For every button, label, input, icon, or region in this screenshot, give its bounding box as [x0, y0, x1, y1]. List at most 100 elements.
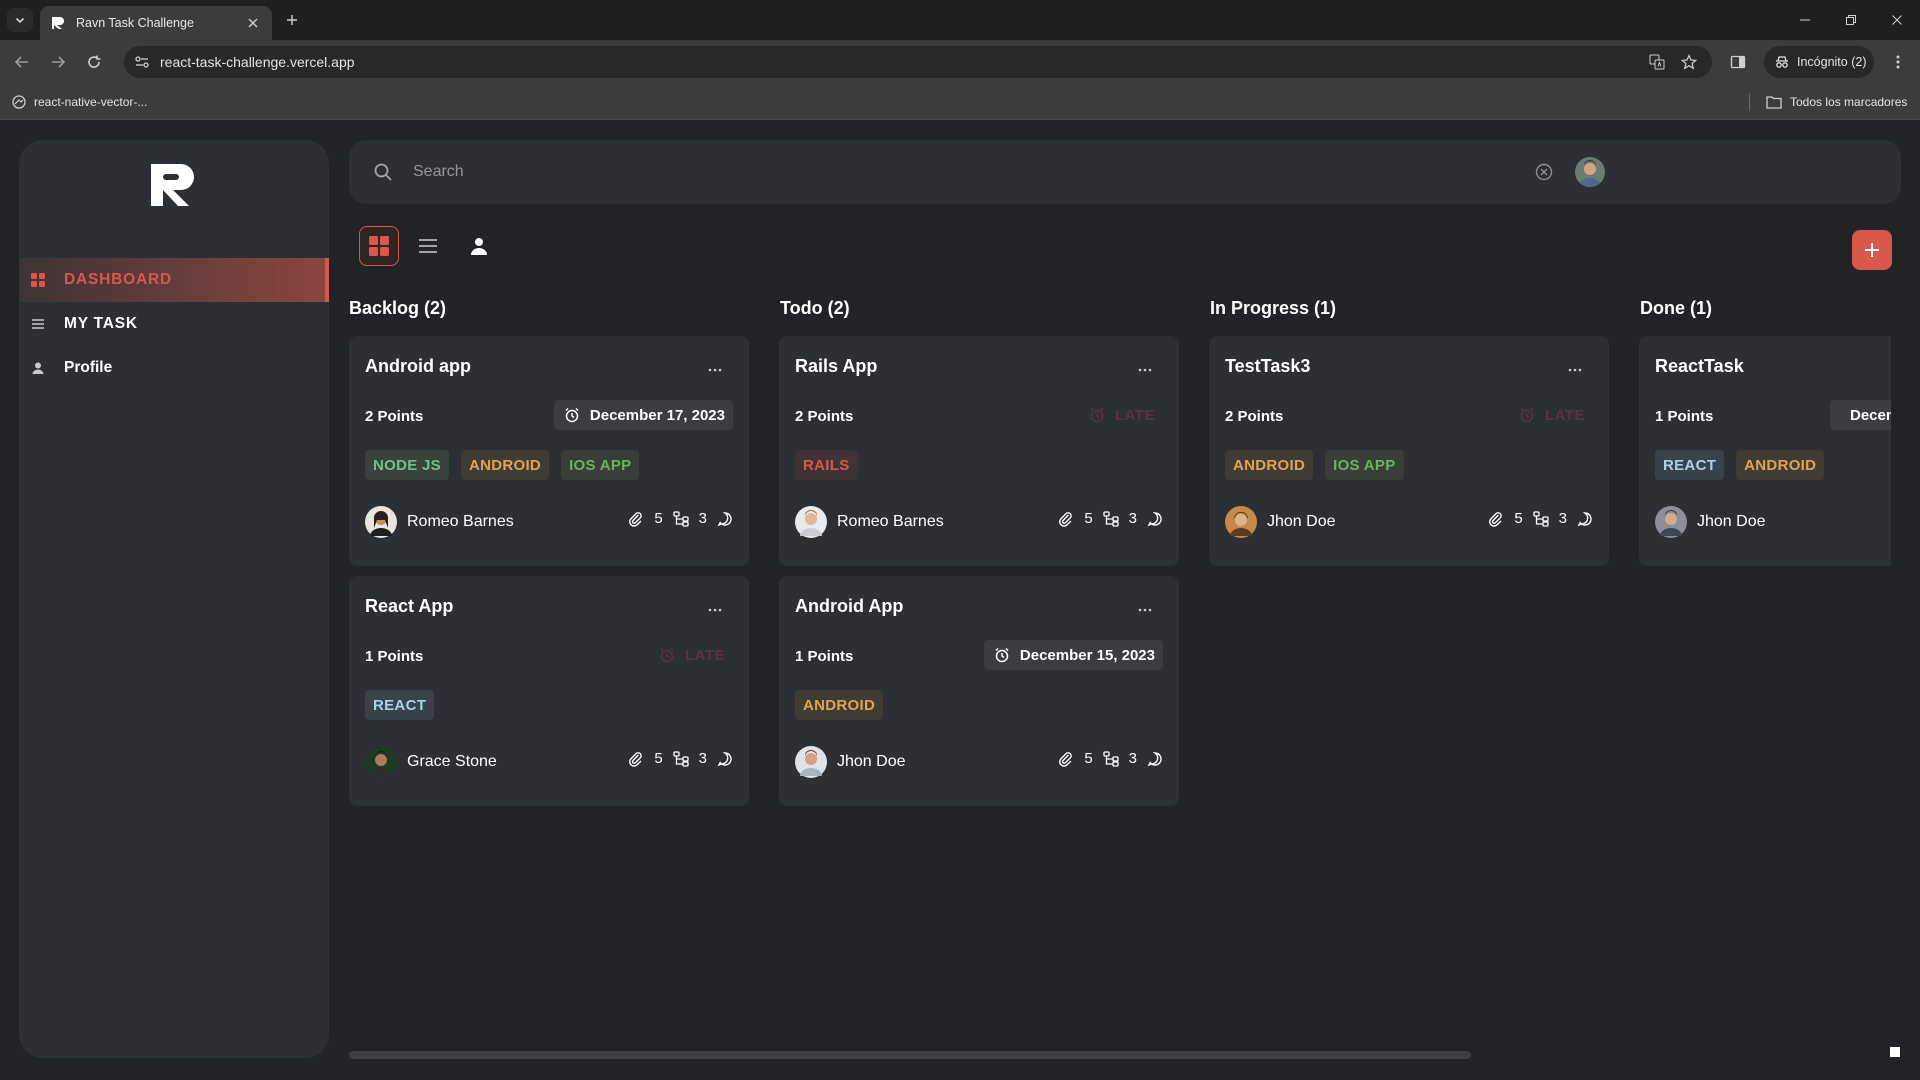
- new-tab-button[interactable]: [282, 10, 302, 30]
- tab-close-button[interactable]: [244, 14, 262, 32]
- assignee: Jhon Doe: [1655, 506, 1766, 538]
- assignee-avatar: [365, 506, 397, 538]
- sidebar-item-dashboard[interactable]: DASHBOARD: [19, 258, 329, 302]
- incognito-icon: [1776, 56, 1788, 68]
- tag-node-js: NODE JS: [365, 450, 449, 480]
- paperclip-icon: [1489, 511, 1503, 527]
- tab-search-button[interactable]: [7, 8, 33, 32]
- folder-icon: [1766, 96, 1782, 109]
- subtask-tree-icon: [1103, 750, 1119, 767]
- translate-button[interactable]: [1648, 53, 1666, 71]
- task-title: React App: [365, 596, 454, 616]
- browser-tab[interactable]: Ravn Task Challenge: [40, 6, 272, 40]
- bookmark-label: react-native-vector-...: [34, 95, 148, 109]
- reload-button[interactable]: [84, 52, 104, 72]
- task-points: 2 Points: [1225, 408, 1284, 425]
- task-options-button[interactable]: [705, 360, 725, 380]
- close-icon: [1892, 15, 1902, 25]
- attachment-count: 5: [1084, 750, 1093, 767]
- subtask-tree-icon: [1103, 510, 1119, 527]
- task-title: Android App: [795, 596, 904, 616]
- subtask-count: 3: [1128, 510, 1137, 527]
- grid-icon: [30, 272, 46, 288]
- assignee-name: Romeo Barnes: [407, 513, 514, 530]
- task-card[interactable]: TestTask3 2 Points LATE ANDROID IOS APP …: [1209, 336, 1609, 566]
- task-options-button[interactable]: [1135, 600, 1155, 620]
- sidebar-item-my-task[interactable]: MY TASK: [19, 302, 329, 346]
- assignee: Jhon Doe: [795, 746, 906, 778]
- globe-icon: [12, 95, 26, 109]
- list-icon: [30, 316, 46, 332]
- side-panel-button[interactable]: [1728, 52, 1748, 72]
- address-bar[interactable]: react-task-challenge.vercel.app: [124, 46, 1712, 78]
- sidebar-item-label: DASHBOARD: [64, 271, 172, 288]
- comment-icon: [1577, 511, 1592, 526]
- app-root: DASHBOARD MY TASK Profile Search Backlog…: [0, 120, 1920, 1080]
- profile-view-button[interactable]: [459, 226, 499, 266]
- due-late-badge: LATE: [1509, 400, 1593, 430]
- assignee-avatar: [795, 506, 827, 538]
- tag-list: REACT: [365, 690, 446, 720]
- top-search-bar: [349, 140, 1901, 204]
- alarm-clock-icon: [565, 407, 579, 423]
- close-window-button[interactable]: [1889, 12, 1905, 28]
- tab-title: Ravn Task Challenge: [76, 16, 194, 30]
- task-points: 2 Points: [795, 408, 854, 425]
- due-late-text: LATE: [1114, 406, 1155, 424]
- task-meta: 5 3: [1058, 750, 1163, 767]
- chevron-down-icon: [15, 17, 25, 24]
- reload-icon: [88, 55, 101, 68]
- task-meta: 5 3: [628, 510, 733, 527]
- task-points: 1 Points: [1655, 408, 1714, 425]
- task-title: ReactTask: [1655, 356, 1744, 376]
- forward-button[interactable]: [48, 52, 68, 72]
- grid-view-button[interactable]: [359, 226, 399, 266]
- board-horizontal-scrollbar[interactable]: [349, 1051, 1471, 1059]
- due-late-badge: LATE: [649, 640, 733, 670]
- grid-icon: [369, 236, 389, 256]
- assignee-avatar: [1225, 506, 1257, 538]
- task-meta: 5 3: [1058, 510, 1163, 527]
- due-date-text: December 15, 2023: [1019, 646, 1155, 664]
- attachment-count: 5: [654, 750, 663, 767]
- back-button[interactable]: [12, 52, 32, 72]
- add-task-button[interactable]: [1852, 230, 1892, 270]
- subtask-count: 3: [698, 510, 707, 527]
- minimize-button[interactable]: [1797, 12, 1813, 28]
- browser-tabstrip: Ravn Task Challenge: [0, 0, 1920, 40]
- subtask-tree-icon: [673, 510, 689, 527]
- task-card[interactable]: ReactTask 1 Points December REACT ANDROI…: [1639, 336, 1891, 566]
- browser-menu-button[interactable]: [1888, 52, 1908, 72]
- assignee: Romeo Barnes: [365, 506, 514, 538]
- task-card[interactable]: Android App 1 Points December 15, 2023 A…: [779, 576, 1179, 806]
- bookmark-item[interactable]: react-native-vector-...: [12, 93, 147, 111]
- sidebar-item-profile[interactable]: Profile: [19, 346, 329, 390]
- assignee: Jhon Doe: [1225, 506, 1336, 538]
- bookmark-star-button[interactable]: [1680, 53, 1698, 71]
- task-options-button[interactable]: [705, 600, 725, 620]
- tag-android: ANDROID: [1736, 450, 1825, 480]
- assignee-avatar: [365, 746, 397, 778]
- tag-react: REACT: [1655, 450, 1725, 480]
- task-points: 2 Points: [365, 408, 424, 425]
- star-icon: [1681, 54, 1697, 70]
- paperclip-icon: [629, 751, 643, 767]
- search-input[interactable]: [413, 156, 1713, 188]
- task-card[interactable]: Rails App 2 Points LATE RAILS Romeo Barn…: [779, 336, 1179, 566]
- task-options-button[interactable]: [1135, 360, 1155, 380]
- restore-button[interactable]: [1843, 12, 1859, 28]
- list-view-button[interactable]: [408, 226, 448, 266]
- tag-list: RAILS: [795, 450, 870, 480]
- incognito-indicator[interactable]: Incógnito (2): [1764, 46, 1874, 78]
- task-title: TestTask3: [1225, 356, 1311, 376]
- user-avatar[interactable]: [1575, 157, 1605, 187]
- task-card[interactable]: React App 1 Points LATE REACT Grace Ston…: [349, 576, 749, 806]
- more-horizontal-icon: [1568, 368, 1582, 372]
- task-card[interactable]: Android app 2 Points December 17, 2023 N…: [349, 336, 749, 566]
- all-bookmarks-button[interactable]: Todos los marcadores: [1766, 93, 1907, 111]
- more-horizontal-icon: [1138, 608, 1152, 612]
- task-options-button[interactable]: [1565, 360, 1585, 380]
- subtask-tree-icon: [673, 750, 689, 767]
- attachment-count: 5: [1084, 510, 1093, 527]
- clear-search-button[interactable]: [1533, 161, 1555, 183]
